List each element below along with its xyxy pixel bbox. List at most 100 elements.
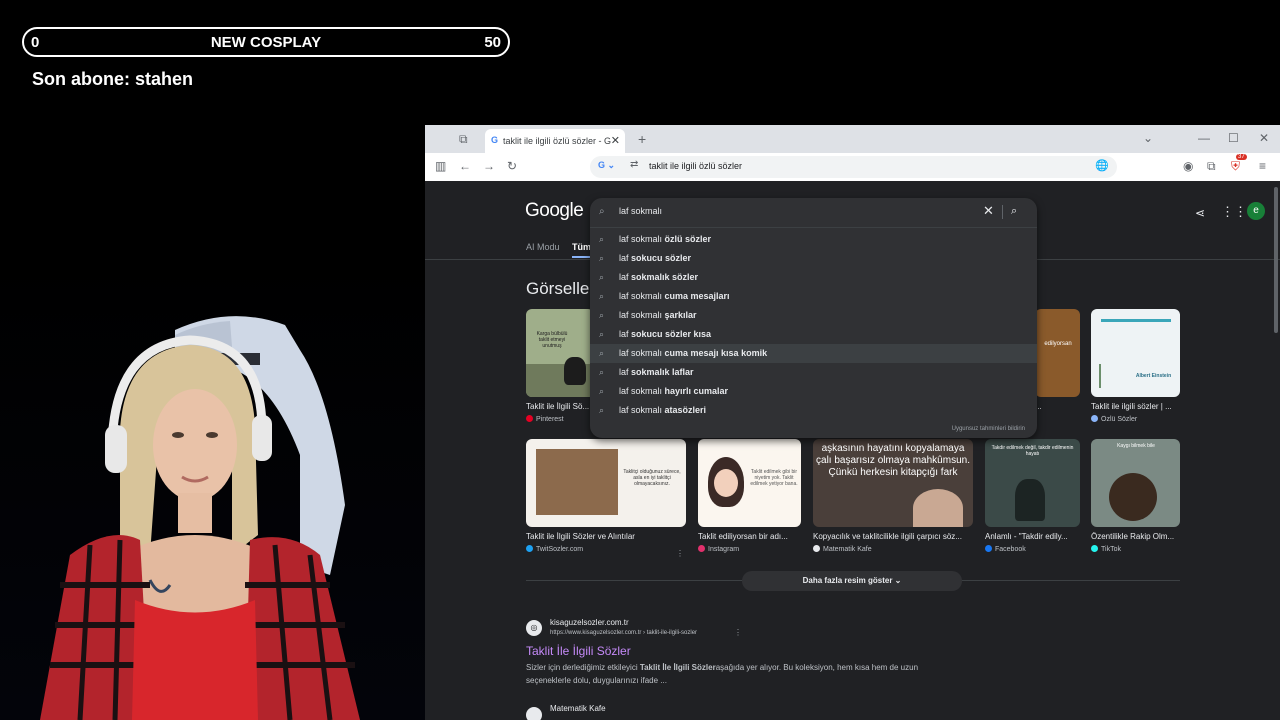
tab-strip: ⧉ G taklit ile ilgili özlü sözler - Goog… [425, 125, 1280, 153]
image-result-card[interactable]: Taklit edilmek gibi bir niyetim yok. Tak… [698, 439, 801, 553]
account-avatar[interactable]: e [1247, 202, 1265, 220]
back-arrow-icon[interactable]: ← [459, 159, 471, 173]
browser-toolbar: ▥ ← → ↻ G ⌄ ⇄ taklit ile ilgili özlü söz… [425, 153, 1280, 181]
close-window-button[interactable]: ✕ [1259, 131, 1269, 145]
image-thumbnail[interactable]: Karga bülbülü taklit etmeyi unutmuş [526, 309, 594, 397]
suggestion-item[interactable]: ⌕ laf sokmalı şarkılar [590, 306, 1037, 325]
image-thumbnail[interactable]: aşkasının hayatını kopyalamaya çalı başa… [813, 439, 973, 527]
more-images-button[interactable]: Daha fazla resim göster ⌄ [742, 571, 962, 591]
translate-icon[interactable]: 🌐 [1095, 159, 1109, 172]
result-title-link[interactable]: Taklit İle İlgili Sözler [526, 644, 631, 658]
tab-close-icon[interactable]: ✕ [611, 134, 620, 147]
image-result-card[interactable]: Karga bülbülü taklit etmeyi unutmuş Takl… [526, 309, 594, 423]
tab-ai-mode[interactable]: AI Modu [526, 242, 560, 252]
reload-icon[interactable]: ↻ [507, 159, 517, 173]
sidebar-toggle-icon[interactable]: ▥ [435, 159, 446, 173]
image-result-card[interactable]: Albert Einstein Taklit ile ilgili sözler… [1091, 309, 1180, 423]
minimize-button[interactable]: — [1198, 131, 1210, 145]
search-icon: ⌕ [599, 291, 605, 301]
maximize-button[interactable]: ☐ [1228, 131, 1239, 145]
suggestion-item[interactable]: ⌕ laf sokmalı özlü sözler [590, 230, 1037, 249]
site-info-icon[interactable]: ⇄ [630, 159, 638, 170]
suggestion-item-highlighted[interactable]: ⌕ laf sokmalı cuma mesajı kısa komik [590, 344, 1037, 363]
image-result-card[interactable]: edilyorsan ... [1035, 309, 1080, 411]
image-caption[interactable]: Kopyacılık ve taklitcilikle ilgili çarpı… [813, 532, 973, 541]
suggestion-item[interactable]: ⌕ laf sokucu sözler [590, 249, 1037, 268]
images-section-title: Görseller [526, 279, 595, 298]
image-thumbnail[interactable]: Taklit edilmek gibi bir niyetim yok. Tak… [698, 439, 801, 527]
menu-icon[interactable]: ≡ [1259, 159, 1266, 173]
search-box[interactable]: ⌕ laf sokmalı ✕ ⌕ [590, 198, 1037, 227]
tab-search-icon[interactable]: ⧉ [459, 132, 468, 147]
more-options-icon[interactable]: ⋮ [734, 628, 742, 637]
extensions-icon[interactable]: ⧉ [1207, 159, 1216, 173]
image-thumbnail[interactable]: Takdir edilmek değil, takdir edilmenin h… [985, 439, 1080, 527]
apps-grid-icon[interactable]: ⋮⋮ [1221, 204, 1247, 220]
ozlu-sozler-icon [1091, 415, 1098, 422]
result-site-name[interactable]: kisaguzelsozler.com.tr [550, 618, 629, 627]
result-site-name[interactable]: Matematik Kafe [550, 704, 606, 713]
thumbnail-text: edilyorsan [1044, 341, 1072, 347]
more-options-icon[interactable]: ⋮ [676, 549, 684, 558]
image-result-card[interactable]: Kaygı bilmek bile Özentilikle Rakip Olm.… [1091, 439, 1180, 553]
address-text[interactable]: taklit ile ilgili özlü sözler [649, 161, 742, 171]
goal-title: NEW COSPLAY [210, 34, 322, 51]
image-caption[interactable]: ... [1035, 402, 1080, 411]
image-source: Facebook [985, 545, 1080, 553]
search-submit-icon[interactable]: ⌕ [1011, 205, 1017, 218]
browser-tab-active[interactable]: G taklit ile ilgili özlü sözler - Goog ✕ [485, 129, 625, 153]
google-logo[interactable]: Google [525, 200, 584, 222]
tab-title: taklit ile ilgili özlü sözler - Goog [503, 136, 611, 146]
result-url[interactable]: https://www.kisaguzelsozler.com.tr › tak… [550, 630, 697, 636]
thumbnail-text: Karga bülbülü taklit etmeyi unutmuş [536, 331, 568, 349]
clear-search-icon[interactable]: ✕ [983, 203, 994, 219]
image-thumbnail[interactable]: Kaygı bilmek bile [1091, 439, 1180, 527]
suggestion-text: laf sokmalı atasözleri [619, 405, 707, 415]
suggestion-text: laf sokmalı şarkılar [619, 310, 697, 320]
image-source: TikTok [1091, 545, 1180, 553]
chevron-down-icon[interactable]: ⌄ [1143, 131, 1153, 145]
search-icon: ⌕ [599, 329, 605, 339]
image-caption[interactable]: Taklit ile İlgili Sözler ve Alıntılar [526, 532, 686, 541]
shield-extension-icon[interactable]: ⛨ [1231, 159, 1240, 173]
suggestion-item[interactable]: ⌕ laf sokucu sözler kısa [590, 325, 1037, 344]
thumbnail-text: Albert Einstein [1135, 373, 1172, 379]
matematik-kafe-icon [813, 545, 820, 552]
suggestion-text: laf sokmalık laflar [619, 367, 694, 377]
webcam-feed [0, 255, 425, 720]
facebook-icon [985, 545, 992, 552]
suggestion-item[interactable]: ⌕ laf sokmalık laflar [590, 363, 1037, 382]
active-tab-indicator [572, 256, 590, 258]
suggestion-item[interactable]: ⌕ laf sokmalık sözler [590, 268, 1037, 287]
suggestion-item[interactable]: ⌕ laf sokmalı cuma mesajları [590, 287, 1037, 306]
forward-arrow-icon[interactable]: → [483, 159, 495, 173]
image-caption[interactable]: Taklit ile ilgili sözler | ... [1091, 402, 1180, 411]
image-caption[interactable]: Taklit ediliyorsan bir adı... [698, 532, 801, 541]
thumbnail-text: Kaygı bilmek bile [1117, 443, 1155, 449]
new-tab-button[interactable]: + [638, 131, 646, 147]
search-engine-icon[interactable]: G ⌄ [598, 160, 615, 171]
search-suggestions-dropdown: ⌕ laf sokmalı ✕ ⌕ ⌕ laf sokmalı özlü sözl… [590, 198, 1037, 438]
report-predictions-link[interactable]: Uygunsuz tahminleri bildirin [952, 426, 1025, 432]
profile-icon[interactable]: ◉ [1183, 159, 1193, 173]
search-icon: ⌕ [599, 386, 605, 396]
image-thumbnail[interactable]: Albert Einstein [1091, 309, 1180, 397]
image-caption[interactable]: Taklit ile İlgili Sö... [526, 402, 594, 411]
twitsozler-icon [526, 545, 533, 552]
image-result-card[interactable]: Taklitçi olduğunuz sürece, asla en iyi t… [526, 439, 686, 558]
result-snippet: Sizler için derlediğimiz etkileyici Takl… [526, 663, 919, 685]
suggestion-item[interactable]: ⌕ laf sokmalı atasözleri [590, 401, 1037, 420]
image-result-card[interactable]: aşkasının hayatını kopyalamaya çalı başa… [813, 439, 973, 553]
image-thumbnail[interactable]: Taklitçi olduğunuz sürece, asla en iyi t… [526, 439, 686, 527]
thumbnail-text: Taklitçi olduğunuz sürece, asla en iyi t… [623, 469, 681, 487]
image-thumbnail[interactable]: edilyorsan [1035, 309, 1080, 397]
address-bar[interactable]: G ⌄ ⇄ taklit ile ilgili özlü sözler 🌐 [590, 156, 1117, 178]
image-result-card[interactable]: Takdir edilmek değil, takdir edilmenin h… [985, 439, 1080, 553]
suggestion-item[interactable]: ⌕ laf sokmalı hayırlı cumalar [590, 382, 1037, 401]
image-caption[interactable]: Özentilikle Rakip Olm... [1091, 532, 1180, 541]
image-source: TwitSozler.com [526, 545, 686, 553]
page-scrollbar[interactable] [1274, 187, 1278, 333]
search-input[interactable]: laf sokmalı [619, 206, 662, 216]
image-caption[interactable]: Anlamlı - "Takdir edily... [985, 532, 1080, 541]
share-icon[interactable]: ⋖ [1195, 206, 1205, 220]
